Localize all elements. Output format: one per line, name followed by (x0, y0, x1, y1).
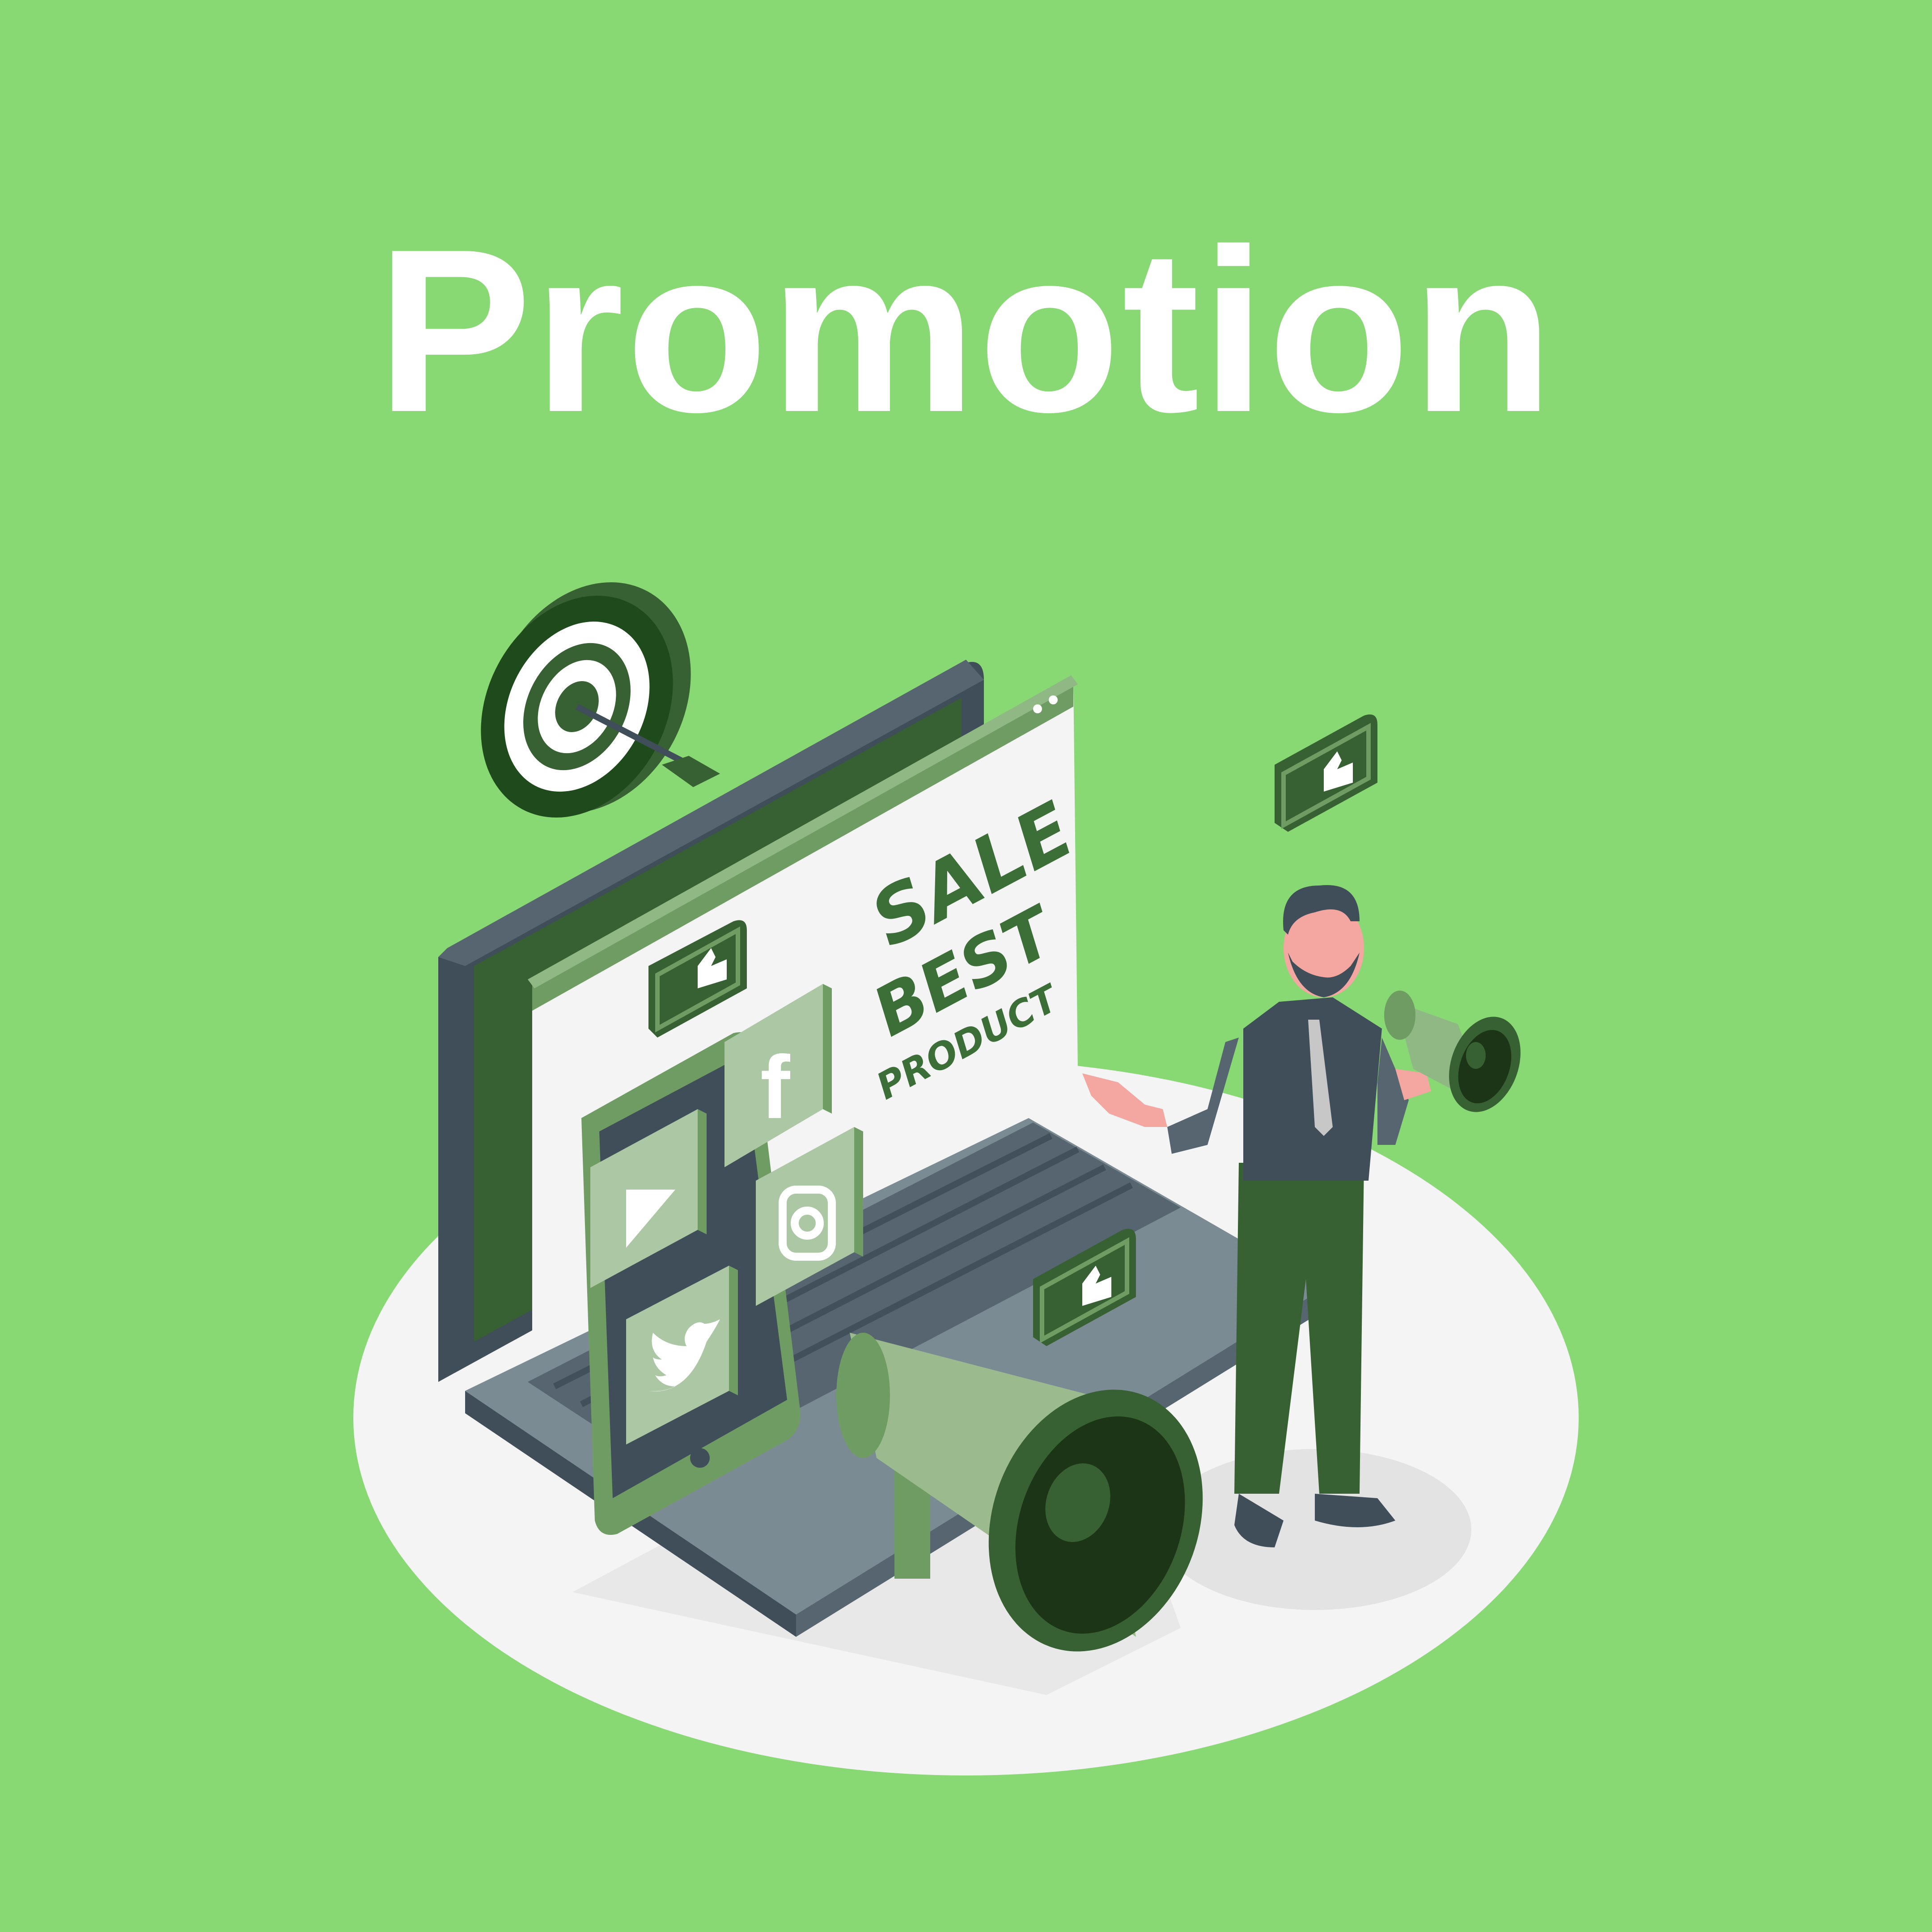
promotion-poster: Promotion SALE BEST PRODUCT f (0, 0, 1932, 1932)
window-dot-icon (1033, 704, 1042, 713)
facebook-icon: f (760, 1038, 790, 1137)
thumbs-up-bubble-right (1275, 714, 1377, 832)
promotion-illustration: SALE BEST PRODUCT f (353, 582, 1579, 1775)
target-icon (481, 582, 720, 818)
arrow-icon (662, 756, 720, 787)
person-shadow (1158, 1449, 1471, 1610)
window-dot-icon (1049, 695, 1058, 704)
